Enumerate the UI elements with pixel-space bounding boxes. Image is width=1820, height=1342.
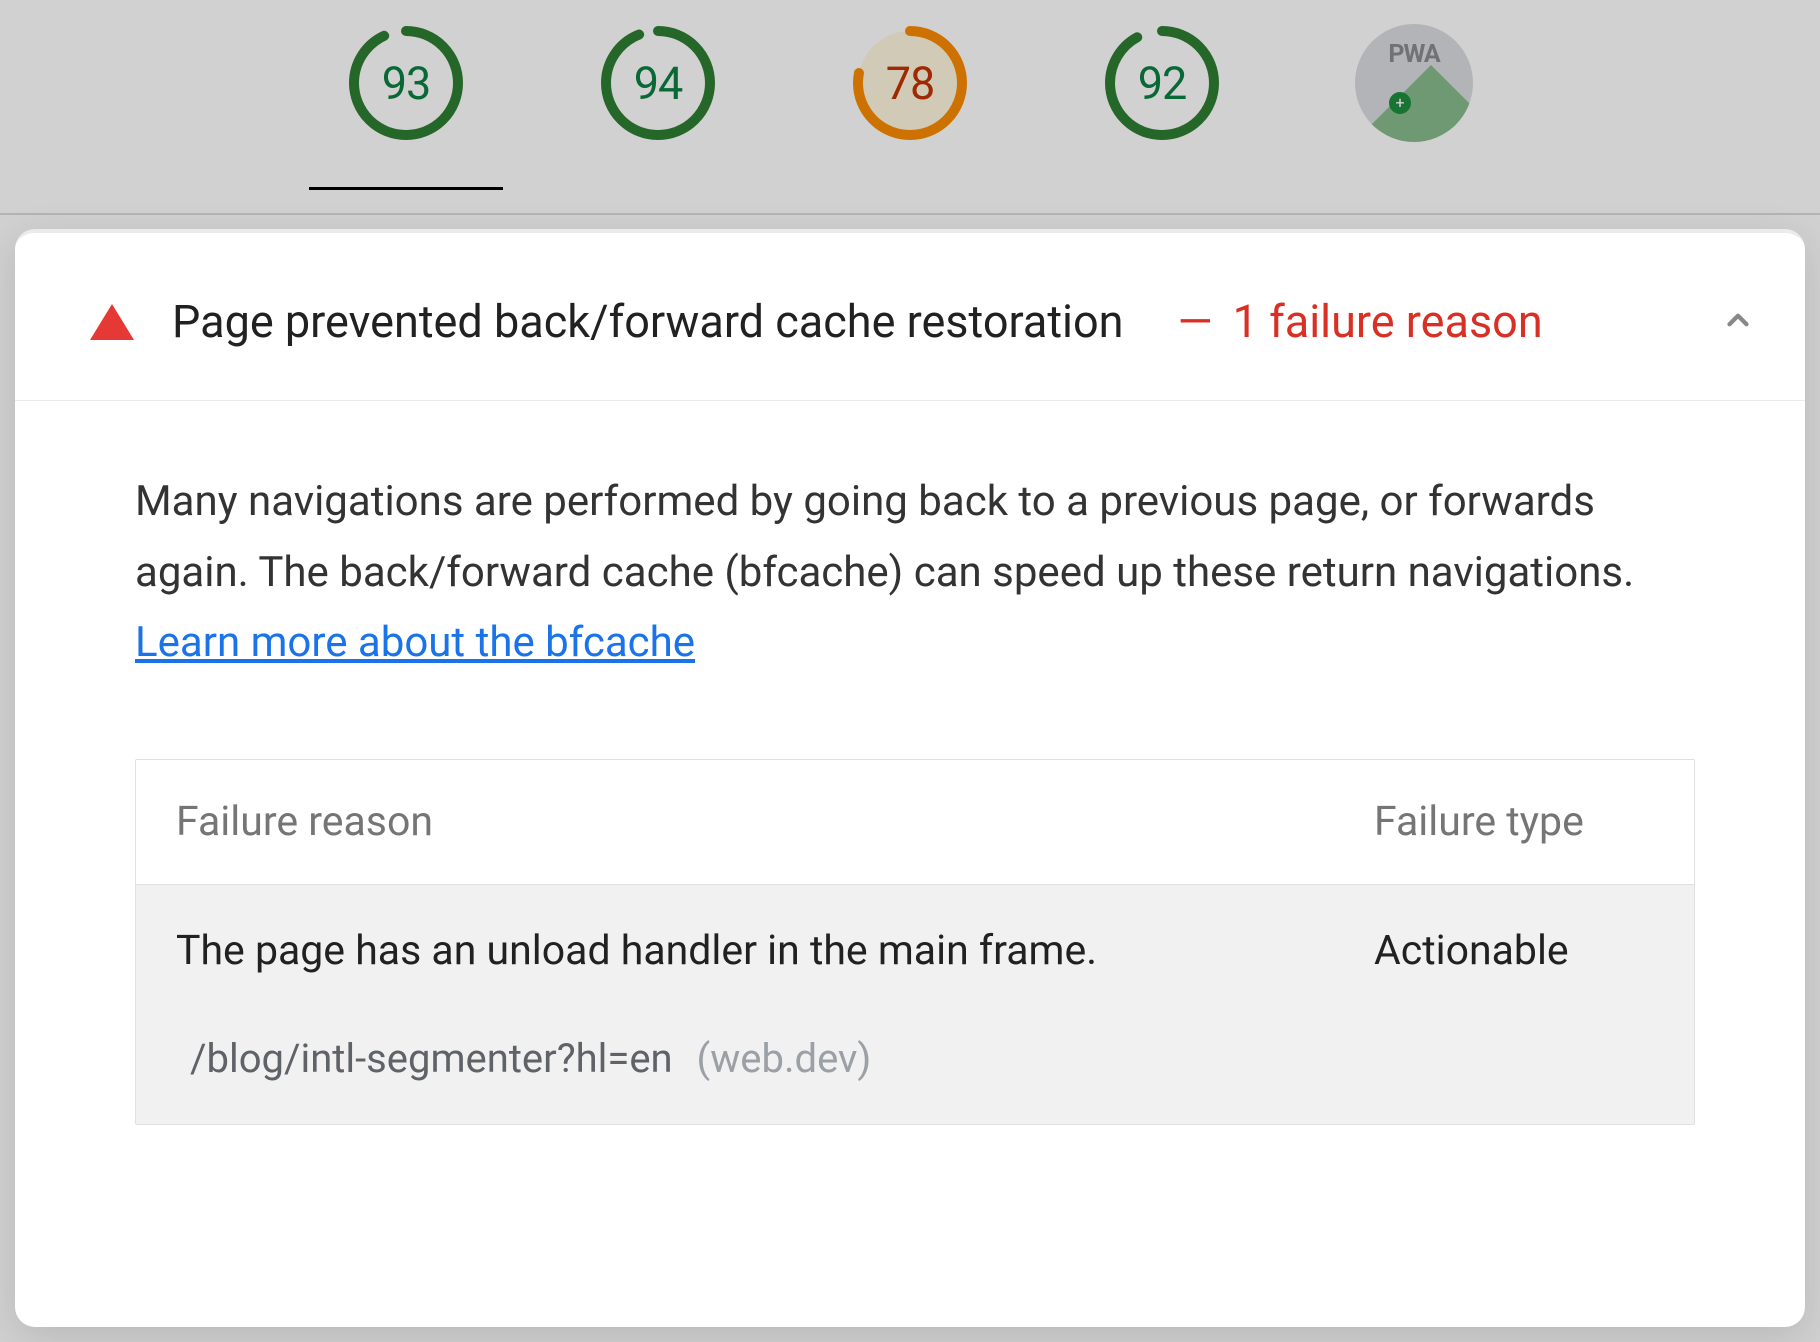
sub-domain: (web.dev) bbox=[697, 1035, 872, 1082]
score-value: 78 bbox=[851, 24, 969, 142]
score-value: 93 bbox=[347, 24, 465, 142]
pwa-badge: PWA + bbox=[1355, 24, 1473, 142]
score-value: 94 bbox=[599, 24, 717, 142]
gauge-circle: 93 bbox=[347, 24, 465, 142]
chevron-up-icon[interactable] bbox=[1721, 303, 1755, 341]
sub-path: /blog/intl-segmenter?hl=en bbox=[190, 1035, 673, 1082]
row-subpath: /blog/intl-segmenter?hl=en (web.dev) bbox=[176, 1035, 1654, 1082]
dash: — bbox=[1178, 295, 1213, 348]
table-row: The page has an unload handler in the ma… bbox=[136, 885, 1694, 1124]
audit-description: Many navigations are performed by going … bbox=[135, 467, 1695, 679]
score-gauges-row: 93 94 78 92 PWA + bbox=[0, 0, 1820, 178]
fail-triangle-icon bbox=[90, 304, 134, 340]
audit-body: Many navigations are performed by going … bbox=[15, 401, 1805, 1125]
score-gauge[interactable]: 78 bbox=[851, 24, 969, 142]
cell-type: Actionable bbox=[1374, 927, 1654, 975]
gauge-circle: 94 bbox=[599, 24, 717, 142]
pwa-gauge[interactable]: PWA + bbox=[1355, 24, 1473, 142]
audit-panel: Page prevented back/forward cache restor… bbox=[15, 229, 1805, 1327]
table-header: Failure reason Failure type bbox=[136, 760, 1694, 885]
score-gauge[interactable]: 93 bbox=[347, 24, 465, 142]
col-header-type: Failure type bbox=[1374, 798, 1654, 846]
gauge-circle: 78 bbox=[851, 24, 969, 142]
audit-title: Page prevented back/forward cache restor… bbox=[172, 295, 1124, 348]
audit-description-text: Many navigations are performed by going … bbox=[135, 477, 1634, 597]
score-value: 92 bbox=[1103, 24, 1221, 142]
pwa-accent bbox=[1355, 65, 1473, 142]
learn-more-link[interactable]: Learn more about the bfcache bbox=[135, 618, 695, 667]
score-gauge[interactable]: 92 bbox=[1103, 24, 1221, 142]
score-gauge[interactable]: 94 bbox=[599, 24, 717, 142]
divider bbox=[0, 213, 1820, 215]
gauge-circle: 92 bbox=[1103, 24, 1221, 142]
failure-count-text: 1 failure reason bbox=[1233, 295, 1543, 348]
audit-failure-count: — 1 failure reason bbox=[1178, 295, 1543, 348]
audit-header[interactable]: Page prevented back/forward cache restor… bbox=[15, 233, 1805, 401]
failure-table: Failure reason Failure type The page has… bbox=[135, 759, 1695, 1125]
col-header-reason: Failure reason bbox=[176, 798, 1374, 846]
cell-reason: The page has an unload handler in the ma… bbox=[176, 927, 1374, 975]
pwa-label: PWA bbox=[1355, 40, 1473, 69]
plus-icon: + bbox=[1389, 92, 1411, 114]
